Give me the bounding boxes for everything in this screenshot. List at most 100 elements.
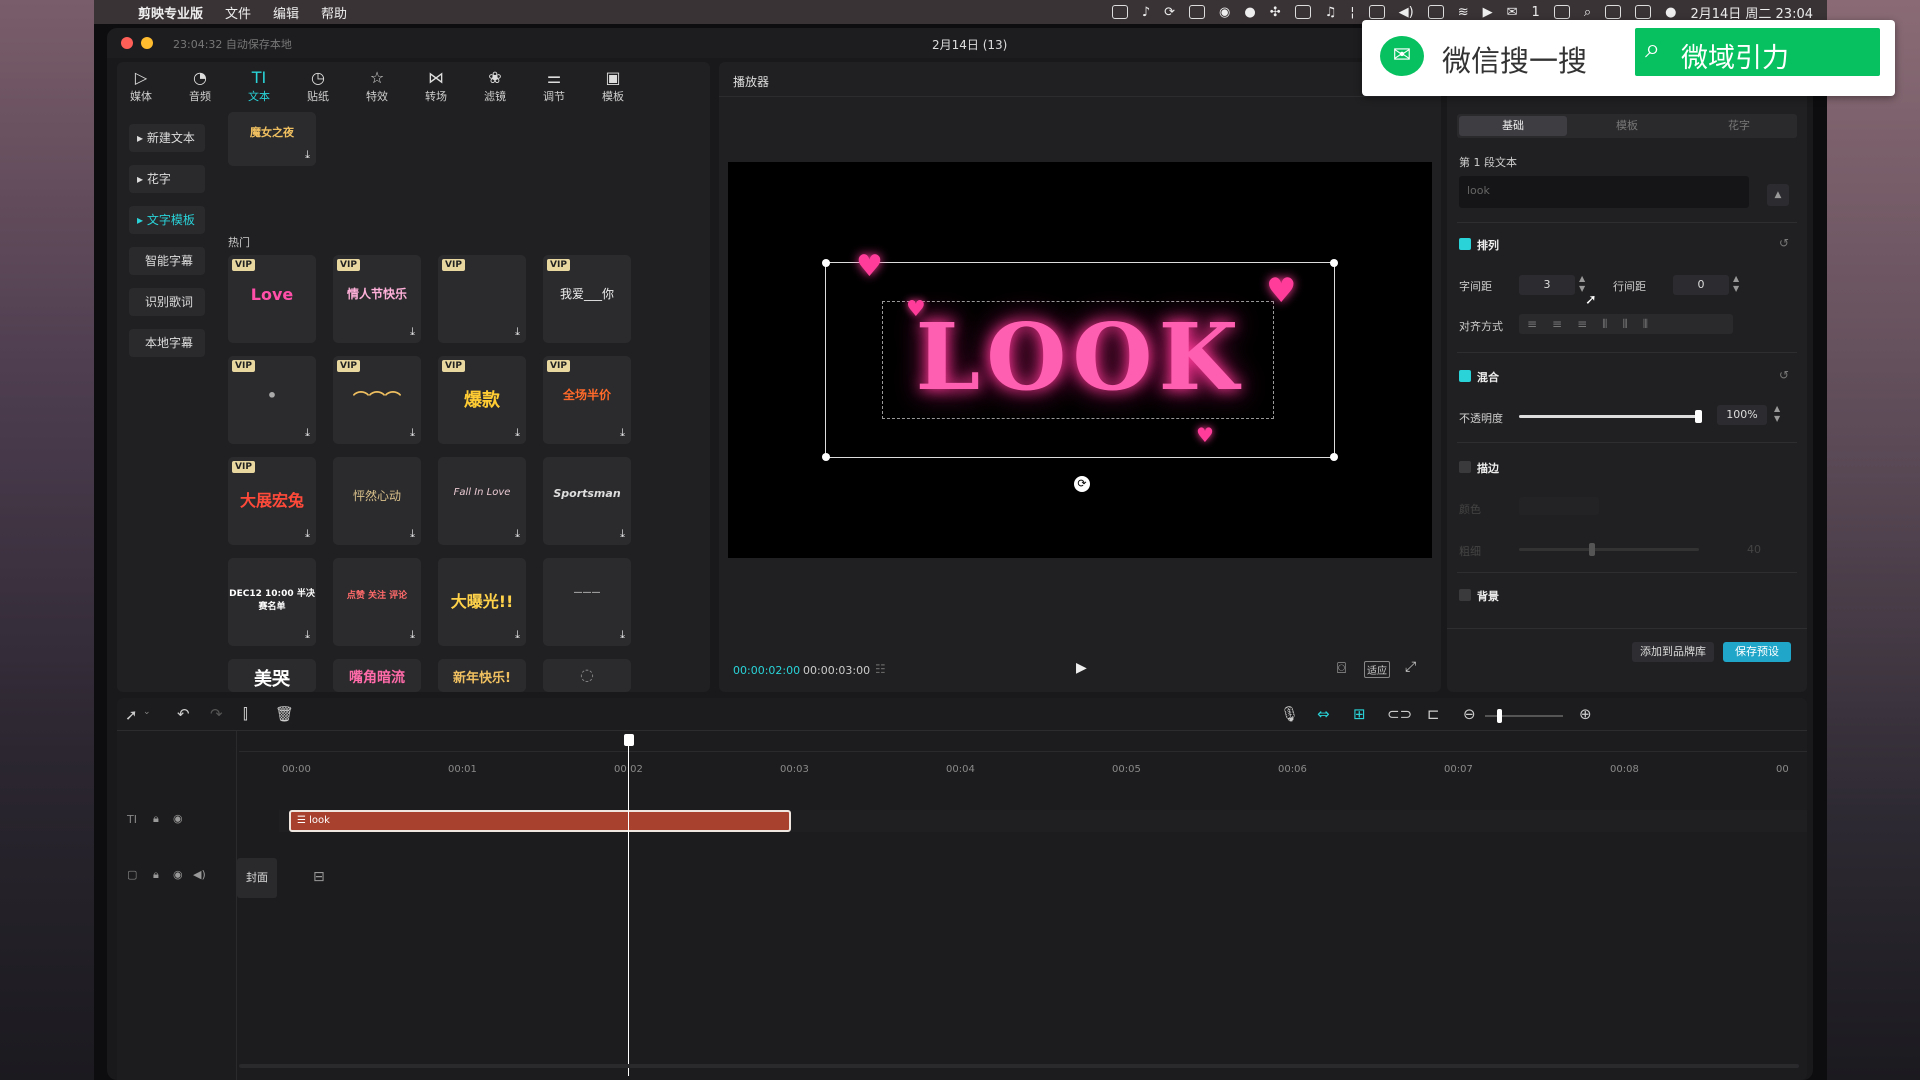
clock[interactable]: 2月14日 周二 23:04 — [1690, 3, 1813, 22]
sidebar-fancy-text[interactable]: ▸ 花字 — [129, 165, 205, 193]
line-spacing-input[interactable]: 0 — [1673, 275, 1729, 295]
link-icon[interactable]: ⊂⊃ — [1387, 705, 1412, 723]
main-track-magnet-icon[interactable]: ⇔ — [1317, 705, 1330, 723]
stroke-thickness-slider[interactable] — [1519, 543, 1699, 556]
redo-icon[interactable]: ↷ — [210, 705, 223, 723]
save-preset-button[interactable]: 保存预设 — [1723, 642, 1791, 662]
stroke-thickness-handle[interactable] — [1589, 543, 1595, 556]
char-spacing-stepper[interactable]: ▲ ▼ — [1579, 274, 1585, 294]
reset-icon[interactable]: ↺ — [1779, 368, 1789, 382]
sidebar-lyrics[interactable]: 识别歌词 — [129, 288, 205, 316]
reset-icon[interactable]: ↺ — [1779, 236, 1789, 250]
volume-icon[interactable]: ◀) — [1399, 5, 1414, 20]
select-tool-icon[interactable]: ➚ — [125, 706, 138, 724]
template-tile[interactable]: VIP Love — [228, 255, 316, 343]
opacity-slider-handle[interactable] — [1695, 410, 1702, 423]
template-tile[interactable]: VIP ⤓ — [438, 255, 526, 343]
text-clip[interactable]: ☰ look — [289, 810, 791, 832]
circle-icon[interactable]: ◉ — [1219, 5, 1230, 20]
tab-transition[interactable]: ⋈ 转场 — [412, 68, 460, 104]
opacity-stepper[interactable]: ▲ ▼ — [1774, 404, 1780, 424]
sidebar-text-template[interactable]: ▸ 文字模板 — [129, 206, 205, 234]
resize-handle[interactable] — [1330, 259, 1338, 267]
microphone-icon[interactable]: 🎙︎ — [1280, 705, 1299, 723]
tiktok-icon[interactable]: ♪ — [1142, 5, 1150, 20]
siri-icon[interactable]: ● — [1665, 5, 1676, 20]
tab-sticker[interactable]: ◷ 贴纸 — [294, 68, 342, 104]
zoom-in-icon[interactable]: ⊕ — [1579, 705, 1592, 723]
delete-icon[interactable]: 🗑︎ — [275, 705, 294, 723]
template-tile[interactable]: Sportsman ⤓ — [543, 457, 631, 545]
undo-icon[interactable]: ↶ — [177, 705, 190, 723]
template-tile[interactable]: VIP 我爱___你 — [543, 255, 631, 343]
sidebar-local-caption[interactable]: 本地字幕 — [129, 329, 205, 357]
tab-text[interactable]: TI 文本 — [235, 68, 283, 104]
align-buttons[interactable]: ≡≡≡⦀⦀⦀ — [1519, 314, 1733, 334]
line-spacing-stepper[interactable]: ▲ ▼ — [1733, 274, 1739, 294]
template-tile[interactable]: 美哭 — [228, 659, 316, 692]
preview-text[interactable]: LOOK — [826, 303, 1334, 411]
menu-help[interactable]: 帮助 — [321, 3, 347, 22]
stroke-checkbox[interactable] — [1459, 461, 1471, 473]
zoom-out-icon[interactable]: ⊖ — [1463, 705, 1476, 723]
sync-icon[interactable]: ⟳ — [1164, 5, 1175, 20]
wifi-icon[interactable]: ≋ — [1458, 5, 1469, 20]
play-button[interactable]: ▶ — [1076, 660, 1087, 676]
fullscreen-icon[interactable]: ⤢ — [1405, 659, 1416, 675]
template-tile[interactable]: VIP ⌒⌒⌒ ⤓ — [333, 356, 421, 444]
preview-canvas[interactable]: LOOK ♥ ♥ ♥ ♥ ⟳ — [728, 162, 1432, 558]
dot-icon[interactable]: ● — [1244, 5, 1255, 20]
wps-icon[interactable] — [1189, 5, 1206, 19]
tab-adjust[interactable]: ⚌ 调节 — [530, 68, 578, 104]
tab-basic[interactable]: 基础 — [1459, 116, 1567, 136]
template-tile[interactable]: 嘴角暗流 — [333, 659, 421, 692]
collapse-icon[interactable]: ▲ — [1767, 184, 1789, 206]
split-icon[interactable]: ⫿ — [243, 705, 248, 723]
snapshot-icon[interactable]: ⌼ — [1337, 659, 1346, 677]
media-play-icon[interactable]: ▶ — [1483, 5, 1493, 20]
opacity-input[interactable]: 100% — [1717, 405, 1767, 425]
tab-inspector-template[interactable]: 模板 — [1573, 116, 1681, 136]
char-spacing-input[interactable]: 3 — [1519, 275, 1575, 295]
fan-icon[interactable]: ✣ — [1270, 5, 1281, 20]
fit-button[interactable]: 适应 — [1364, 661, 1390, 678]
chevron-down-icon[interactable]: ⌄ — [143, 707, 151, 717]
input-method-icon[interactable] — [1368, 5, 1385, 19]
pin-icon[interactable]: ¦ — [1350, 5, 1354, 20]
tab-audio[interactable]: ◔ 音频 — [176, 68, 224, 104]
time-ruler[interactable] — [239, 738, 1807, 752]
display-icon[interactable] — [1605, 5, 1622, 19]
auto-snap-icon[interactable]: ⊞ — [1353, 705, 1366, 723]
bell-icon[interactable]: ♫ — [1325, 5, 1337, 20]
playhead[interactable] — [628, 742, 629, 1076]
template-tile[interactable]: VIP 大展宏兔 ⤓ — [228, 457, 316, 545]
playhead-handle[interactable] — [624, 734, 634, 746]
menu-edit[interactable]: 编辑 — [273, 3, 299, 22]
resize-handle[interactable] — [822, 453, 830, 461]
zoom-slider[interactable] — [1485, 709, 1563, 723]
template-tile[interactable]: 怦然心动 ⤓ — [333, 457, 421, 545]
resize-handle[interactable] — [1330, 453, 1338, 461]
tab-filter[interactable]: ❀ 滤镜 — [471, 68, 519, 104]
opacity-slider[interactable] — [1519, 410, 1702, 423]
template-tile[interactable]: 点赞 关注 评论 ⤓ — [333, 558, 421, 646]
rotate-icon[interactable]: ⟳ — [1074, 476, 1090, 492]
text-content-field[interactable]: look — [1459, 176, 1749, 208]
cover-button[interactable]: 封面 — [237, 858, 277, 898]
battery-icon[interactable] — [1427, 5, 1444, 19]
lock-icon[interactable]: 🔒︎ — [153, 812, 159, 826]
tab-media[interactable]: ▷ 媒体 — [117, 68, 165, 104]
template-tile[interactable]: 魔女之夜 ⤓ — [228, 112, 316, 166]
lock-icon[interactable]: 🔒︎ — [153, 868, 159, 882]
tab-effects[interactable]: ☆ 特效 — [353, 68, 401, 104]
blend-checkbox[interactable] — [1459, 370, 1471, 382]
template-tile[interactable]: VIP 全场半价 ⤓ — [543, 356, 631, 444]
wechat-search-box[interactable]: ⌕ 微域引力 — [1635, 28, 1880, 76]
minimize-window-button[interactable] — [141, 37, 153, 49]
template-tile[interactable]: 大曝光!! ⤓ — [438, 558, 526, 646]
template-tile[interactable]: VIP • ⤓ — [228, 356, 316, 444]
arrange-checkbox[interactable] — [1459, 238, 1471, 250]
close-window-button[interactable] — [121, 37, 133, 49]
zoom-slider-handle[interactable] — [1497, 709, 1502, 723]
sidebar-new-text[interactable]: ▸ 新建文本 — [129, 124, 205, 152]
